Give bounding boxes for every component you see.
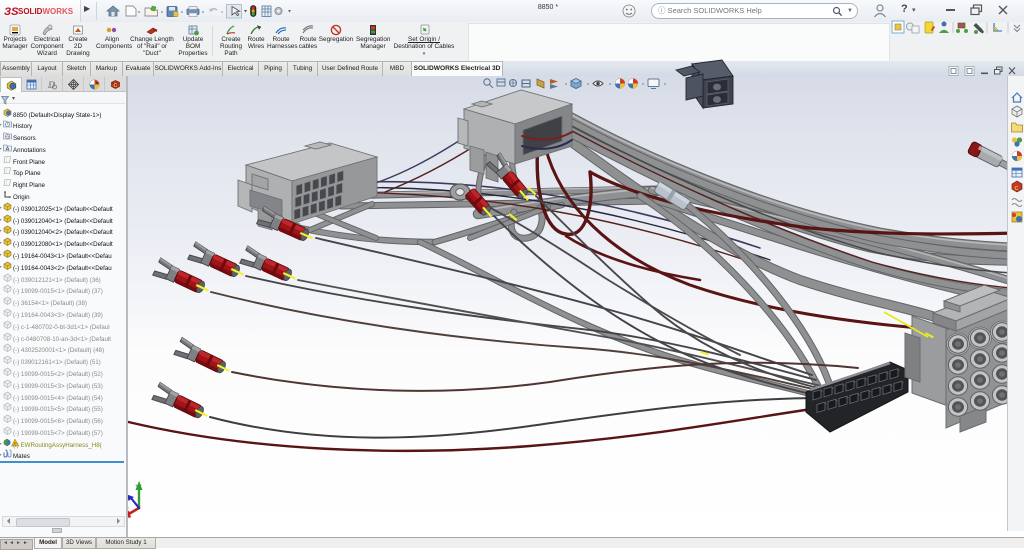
svg-text:A: A bbox=[6, 146, 10, 151]
svg-text:C: C bbox=[113, 83, 117, 89]
svg-text:!: ! bbox=[14, 441, 15, 447]
svg-text:C: C bbox=[1015, 186, 1019, 192]
